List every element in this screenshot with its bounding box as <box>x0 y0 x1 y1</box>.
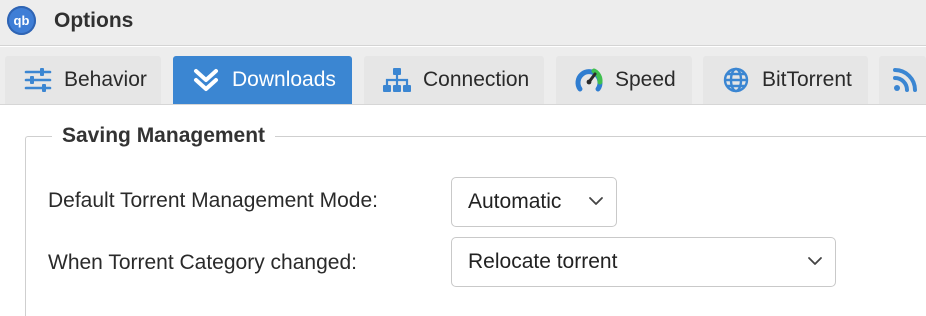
tab-connection-label: Connection <box>423 68 530 91</box>
title-bar: qb Options <box>0 0 926 46</box>
default-mode-label: Default Torrent Management Mode: <box>48 189 378 212</box>
tab-speed-label: Speed <box>615 68 676 91</box>
saving-management-legend: Saving Management <box>52 124 276 148</box>
tab-speed[interactable]: Speed <box>556 56 692 104</box>
rss-icon <box>891 63 919 97</box>
tab-downloads[interactable]: Downloads <box>173 56 352 104</box>
tab-behavior-label: Behavior <box>64 68 147 91</box>
double-chevron-down-icon <box>189 63 223 97</box>
window-title: Options <box>54 9 134 32</box>
options-tab-bar: Behavior Downloads Connection Speed BitT… <box>0 47 926 105</box>
network-icon <box>380 63 414 97</box>
default-mode-value: Automatic <box>468 190 562 213</box>
tab-bittorrent[interactable]: BitTorrent <box>703 56 868 104</box>
sliders-icon <box>21 63 55 97</box>
category-changed-label: When Torrent Category changed: <box>48 251 357 274</box>
tab-behavior[interactable]: Behavior <box>5 56 161 104</box>
category-changed-value: Relocate torrent <box>468 250 618 273</box>
default-mode-select[interactable]: Automatic <box>451 177 617 227</box>
tab-rss[interactable] <box>879 56 926 104</box>
speedometer-icon <box>572 63 606 97</box>
globe-icon <box>719 63 753 97</box>
tab-bittorrent-label: BitTorrent <box>762 68 852 91</box>
chevron-down-icon <box>589 197 603 205</box>
category-changed-select[interactable]: Relocate torrent <box>451 237 836 287</box>
qbittorrent-logo-icon: qb <box>7 6 36 35</box>
tab-connection[interactable]: Connection <box>364 56 544 104</box>
chevron-down-icon <box>808 257 822 265</box>
tab-downloads-label: Downloads <box>232 68 336 91</box>
